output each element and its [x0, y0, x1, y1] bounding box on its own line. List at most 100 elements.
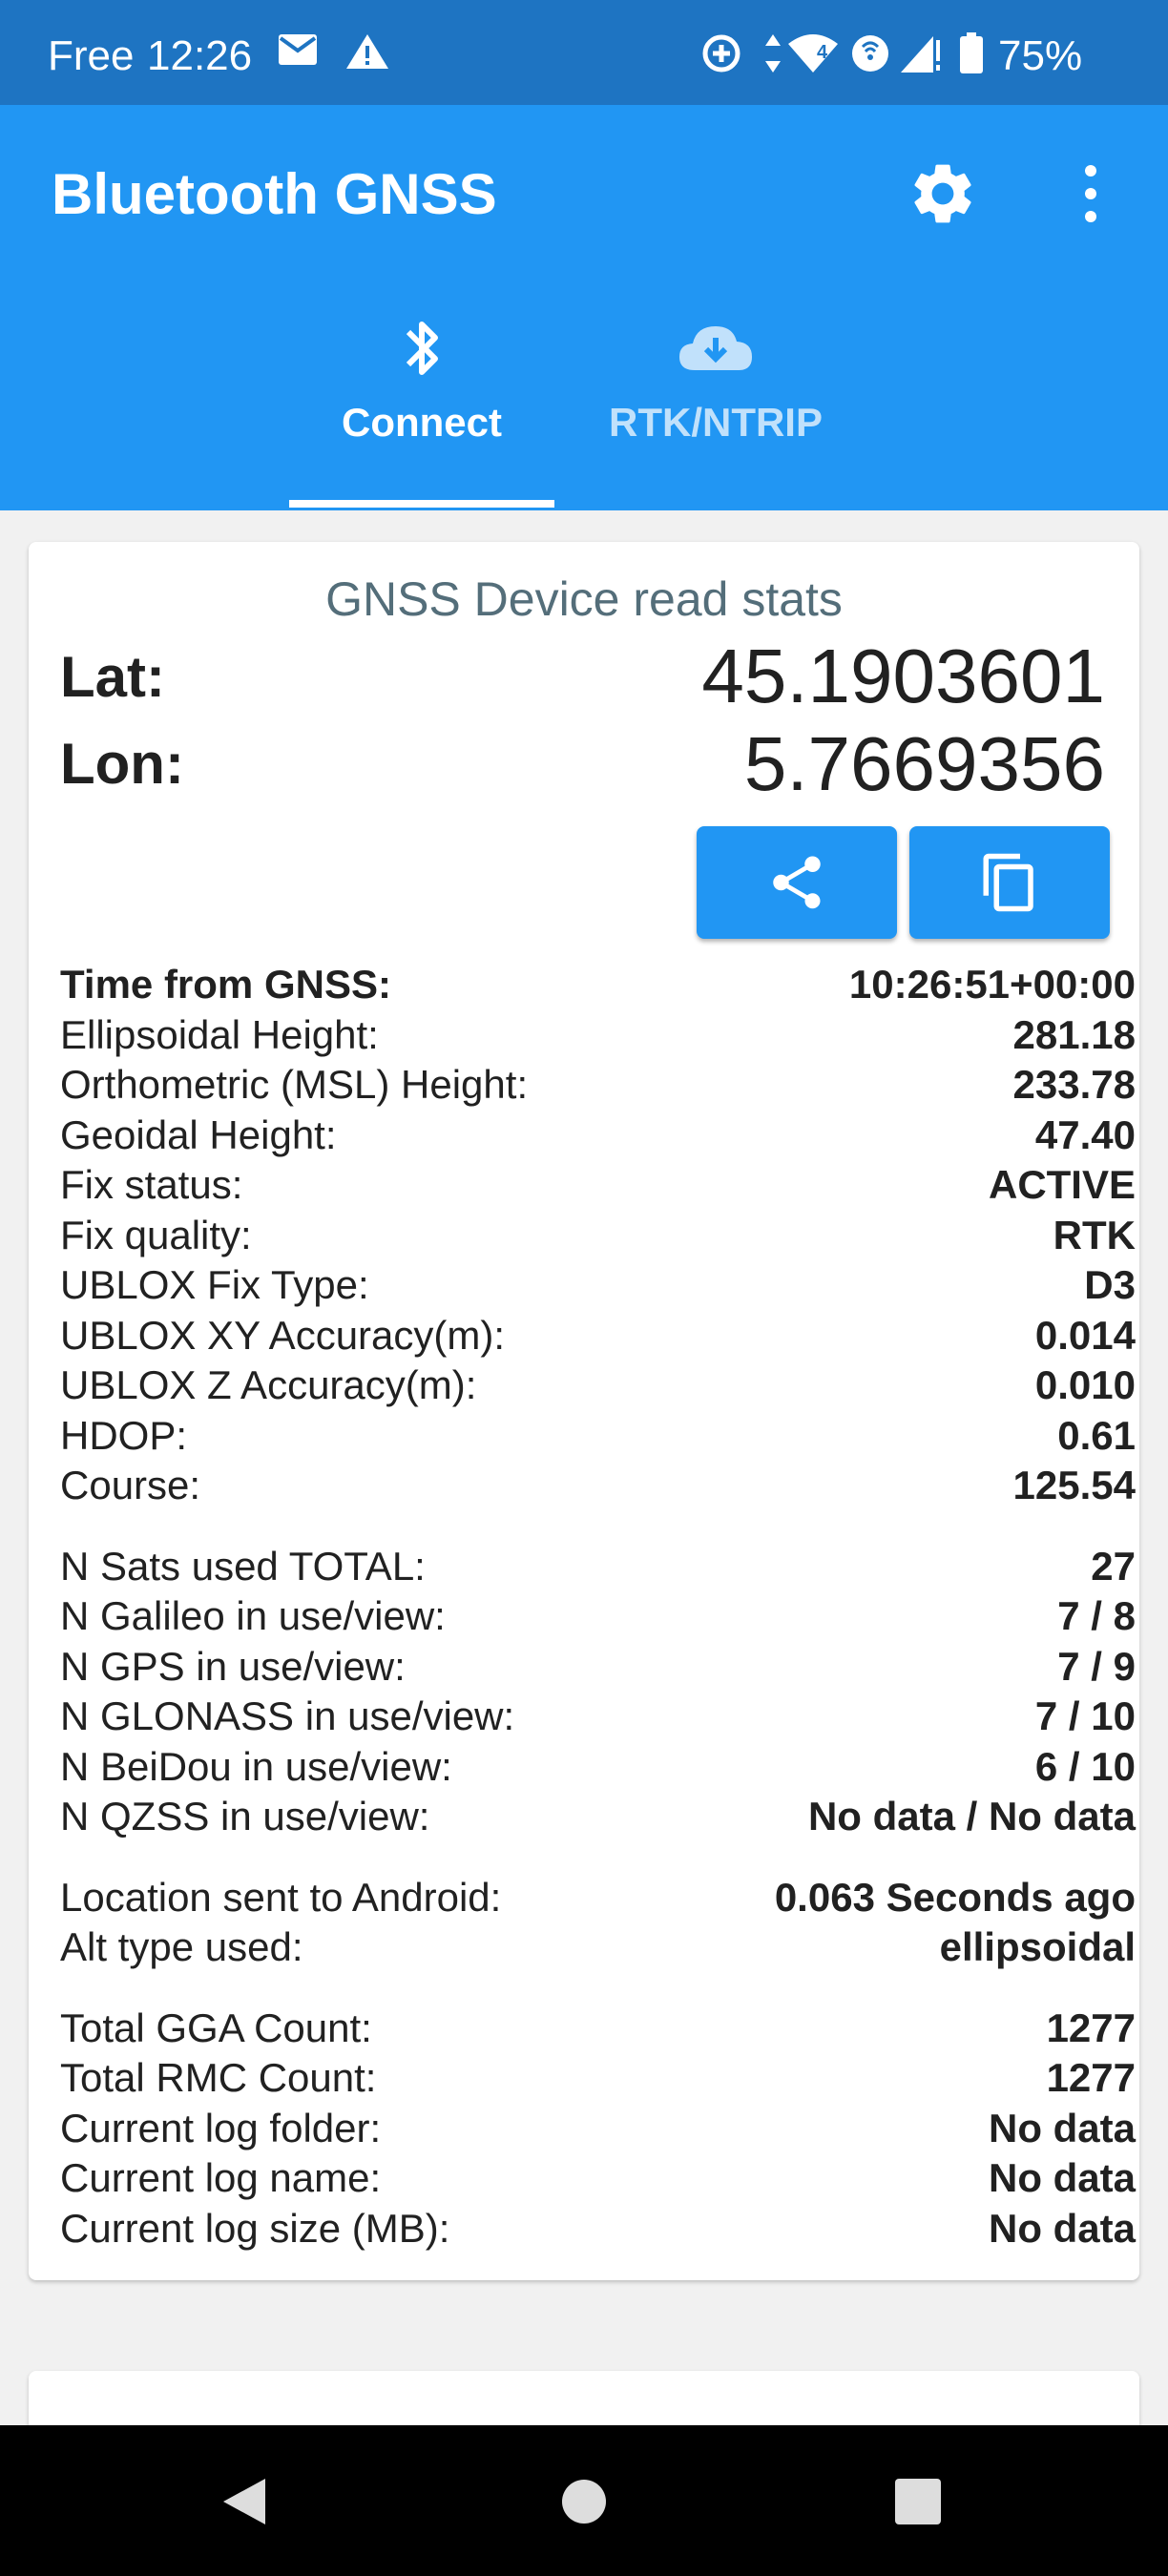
stat-label: HDOP:: [60, 1412, 188, 1458]
stat-row: UBLOX XY Accuracy(m): 0.014: [60, 1311, 1136, 1361]
card-title: GNSS Device read stats: [325, 572, 843, 626]
cloud-download-icon: [679, 326, 752, 370]
stat-label: Total GGA Count:: [60, 2005, 372, 2050]
home-circle-icon: [562, 2480, 606, 2524]
stat-row: Course: 125.54: [60, 1461, 1136, 1511]
settings-button[interactable]: [907, 157, 979, 230]
stat-value: 0.61: [1057, 1412, 1136, 1458]
lat-value: 45.1903601: [701, 634, 1105, 718]
wifi-icon: [786, 32, 840, 79]
stat-value: 7 / 10: [1034, 1693, 1136, 1738]
stat-row: N Sats used TOTAL: 27: [60, 1542, 1136, 1592]
tab-connect[interactable]: Connect: [289, 315, 554, 510]
stat-row: UBLOX Z Accuracy(m): 0.010: [60, 1361, 1136, 1411]
lat-label: Lat:: [60, 645, 165, 709]
stat-row: Current log folder: No data: [60, 2104, 1136, 2154]
stat-label: Total RMC Count:: [60, 2055, 377, 2100]
stat-row: Time from GNSS: 10:26:51+00:00: [60, 960, 1136, 1010]
stat-row: Current log name: No data: [60, 2153, 1136, 2204]
stat-label: N GLONASS in use/view:: [60, 1693, 515, 1738]
stat-row: Geoidal Height: 47.40: [60, 1111, 1136, 1161]
clock: 12:26: [147, 32, 253, 79]
tab-rtk-ntrip[interactable]: RTK/NTRIP: [582, 315, 849, 510]
battery-percentage: 75%: [998, 32, 1083, 79]
share-location-button[interactable]: [697, 826, 897, 939]
recents-button[interactable]: [893, 2475, 943, 2533]
stat-value: D3: [1084, 1262, 1136, 1307]
stat-label: Fix status:: [60, 1162, 243, 1207]
stat-row: Ellipsoidal Height: 281.18: [60, 1010, 1136, 1061]
stat-value: 47.40: [1034, 1111, 1136, 1157]
copy-icon: [983, 853, 1033, 912]
stat-value: 0.010: [1034, 1362, 1136, 1407]
network-badge: 4: [817, 42, 828, 63]
stat-label: UBLOX Fix Type:: [60, 1262, 369, 1307]
mail-icon: [277, 32, 319, 72]
stat-row: HDOP: 0.61: [60, 1411, 1136, 1462]
stat-label: Fix quality:: [60, 1212, 252, 1257]
recents-square-icon: [895, 2479, 941, 2524]
stat-value: 281.18: [1012, 1011, 1136, 1057]
stat-label: Current log name:: [60, 2155, 382, 2200]
stat-value: 233.78: [1012, 1062, 1136, 1107]
stat-value: No data: [988, 2205, 1136, 2251]
stat-row: N GPS in use/view: 7 / 9: [60, 1642, 1136, 1693]
stat-label: N GPS in use/view:: [60, 1643, 406, 1689]
stat-row: Current log size (MB): No data: [60, 2204, 1136, 2254]
stat-label: Course:: [60, 1463, 201, 1507]
stat-row: Total RMC Count: 1277: [60, 2053, 1136, 2104]
stat-row: N GLONASS in use/view: 7 / 10: [60, 1692, 1136, 1742]
gear-icon: [914, 164, 971, 223]
back-button[interactable]: [218, 2475, 271, 2533]
stat-row: UBLOX Fix Type: D3: [60, 1260, 1136, 1311]
signal-icon: [899, 32, 943, 79]
stat-label: N BeiDou in use/view:: [60, 1743, 452, 1789]
warning-icon: [345, 32, 389, 75]
gnss-stats-card: GNSS Device read stats Lat: 45.1903601 L…: [29, 542, 1139, 2280]
stat-row: Alt type used: ellipsoidal: [60, 1922, 1136, 1973]
stat-row: N BeiDou in use/view: 6 / 10: [60, 1742, 1136, 1793]
stat-value: ellipsoidal: [939, 1924, 1136, 1969]
home-button[interactable]: [560, 2475, 608, 2533]
stat-value: 6 / 10: [1034, 1743, 1136, 1789]
stat-label: Time from GNSS:: [60, 962, 391, 1007]
stat-label: Location sent to Android:: [60, 1874, 502, 1920]
stat-label: N Sats used TOTAL:: [60, 1543, 426, 1589]
stat-label: Orthometric (MSL) Height:: [60, 1062, 529, 1107]
lon-value: 5.7669356: [743, 721, 1105, 806]
stat-value: 27: [1091, 1543, 1136, 1589]
overflow-menu-button[interactable]: [1067, 160, 1115, 227]
stat-row: N Galileo in use/view: 7 / 8: [60, 1591, 1136, 1642]
stat-label: Current log folder:: [60, 2105, 382, 2150]
stat-value: 1277: [1046, 2005, 1136, 2050]
copy-location-button[interactable]: [909, 826, 1110, 939]
stat-label: Alt type used:: [60, 1924, 303, 1969]
data-saver-icon: [700, 32, 742, 79]
tab-rtk-ntrip-label: RTK/NTRIP: [609, 400, 823, 445]
stat-value: 10:26:51+00:00: [848, 962, 1136, 1007]
data-activity-icon: [763, 32, 782, 79]
stat-label: N Galileo in use/view:: [60, 1593, 446, 1638]
stat-value: No data / No data: [807, 1794, 1136, 1839]
tab-connect-label: Connect: [342, 400, 502, 445]
stats-list: Time from GNSS: 10:26:51+00:00 Ellipsoidal…: [60, 960, 1136, 2254]
battery-icon: [959, 32, 984, 79]
app-title: Bluetooth GNSS: [52, 162, 497, 226]
stat-row: Orthometric (MSL) Height: 233.78: [60, 1060, 1136, 1111]
stat-row: Total GGA Count: 1277: [60, 2004, 1136, 2054]
carrier-name: Free: [48, 32, 135, 79]
lon-label: Lon:: [60, 732, 184, 796]
stat-label: Geoidal Height:: [60, 1111, 337, 1157]
stat-value: No data: [988, 2105, 1136, 2150]
stat-label: N QZSS in use/view:: [60, 1794, 430, 1839]
stat-value: 1277: [1046, 2055, 1136, 2100]
back-triangle-icon: [223, 2479, 265, 2524]
stat-value: 125.54: [1012, 1463, 1136, 1507]
more-vert-icon: [1085, 165, 1096, 222]
share-icon: [773, 856, 821, 909]
stat-row: Fix status: ACTIVE: [60, 1160, 1136, 1211]
stat-value: 7 / 9: [1057, 1643, 1136, 1689]
stat-row: Fix quality: RTK: [60, 1211, 1136, 1261]
stat-value: ACTIVE: [988, 1162, 1136, 1207]
